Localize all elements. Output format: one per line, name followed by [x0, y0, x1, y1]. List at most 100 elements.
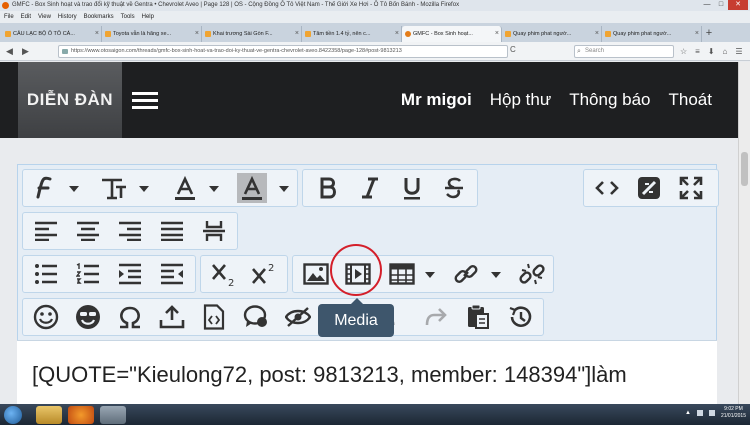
- chevron-down-icon[interactable]: [279, 186, 289, 192]
- quote-icon[interactable]: [239, 302, 273, 332]
- tab-close-icon[interactable]: ×: [195, 26, 199, 42]
- inbox-link[interactable]: Hộp thư: [490, 90, 551, 110]
- page-scrollbar[interactable]: [738, 62, 750, 404]
- horizontal-rule-icon[interactable]: [197, 216, 231, 246]
- menu-edit[interactable]: Edit: [21, 11, 31, 23]
- tray-arrow-icon[interactable]: ▲: [685, 410, 691, 416]
- navigation-bar: ◀ ▶ https://www.otosaigon.com/threads/gm…: [0, 42, 750, 61]
- scrollbar-thumb[interactable]: [741, 152, 748, 186]
- paste-icon[interactable]: [461, 302, 495, 332]
- strikethrough-icon[interactable]: [437, 173, 471, 203]
- browser-tab-active[interactable]: GMFC - Box Sinh hoạt... ×: [402, 26, 502, 42]
- home-icon[interactable]: ⌂: [723, 45, 728, 58]
- toggle-bbcode-icon[interactable]: [632, 173, 666, 203]
- insert-image-icon[interactable]: [299, 259, 333, 289]
- chevron-down-icon[interactable]: [139, 186, 149, 192]
- hamburger-menu-icon[interactable]: [132, 92, 158, 109]
- misc-group: [22, 298, 544, 336]
- logout-link[interactable]: Thoát: [669, 90, 712, 110]
- browser-tab[interactable]: CÂU LẠC BỘ Ô TÔ CÁ... ×: [2, 26, 102, 42]
- maximize-button[interactable]: □: [714, 0, 728, 10]
- indent-icon[interactable]: [113, 259, 147, 289]
- subscript-icon[interactable]: 2: [207, 259, 243, 289]
- start-button[interactable]: [4, 406, 22, 424]
- align-center-icon[interactable]: [71, 216, 105, 246]
- download-icon[interactable]: ⬇: [708, 45, 715, 58]
- superscript-icon[interactable]: 2: [247, 259, 283, 289]
- tab-close-icon[interactable]: ×: [695, 26, 699, 42]
- search-input[interactable]: ⌕ Search: [574, 45, 674, 58]
- spoiler-icon[interactable]: [281, 302, 315, 332]
- highlight-color-icon[interactable]: [237, 173, 267, 203]
- smilie-icon[interactable]: [29, 302, 63, 332]
- tab-close-icon[interactable]: ×: [295, 26, 299, 42]
- chevron-down-icon[interactable]: [491, 272, 501, 278]
- tab-close-icon[interactable]: ×: [595, 26, 599, 42]
- menu-tools[interactable]: Tools: [121, 11, 135, 23]
- new-tab-button[interactable]: +: [702, 26, 716, 42]
- tab-close-icon[interactable]: ×: [395, 26, 399, 42]
- menu-icon[interactable]: ☰: [735, 45, 742, 58]
- browser-tab[interactable]: Quay phim phat ngườ... ×: [502, 26, 602, 42]
- tab-close-icon[interactable]: ×: [495, 26, 499, 42]
- taskbar-clock[interactable]: 9:02 PM 21/01/2015: [721, 406, 746, 420]
- fullscreen-icon[interactable]: [674, 173, 708, 203]
- forward-button[interactable]: ▶: [22, 45, 29, 58]
- align-left-icon[interactable]: [29, 216, 63, 246]
- back-button[interactable]: ◀: [6, 45, 13, 58]
- insert-table-icon[interactable]: [385, 259, 419, 289]
- file-explorer-icon[interactable]: [36, 406, 62, 424]
- code-block-icon[interactable]: [197, 302, 231, 332]
- reload-button[interactable]: C: [510, 45, 516, 54]
- align-justify-icon[interactable]: [155, 216, 189, 246]
- italic-icon[interactable]: [353, 173, 387, 203]
- browser-tab[interactable]: Quay phim phat ngườ... ×: [602, 26, 702, 42]
- unlink-icon[interactable]: [515, 259, 549, 289]
- font-group: [22, 169, 298, 207]
- browser-tab[interactable]: Khai trương Sài Gòn F... ×: [202, 26, 302, 42]
- firefox-taskbar-icon[interactable]: [68, 406, 94, 424]
- volume-icon[interactable]: [708, 410, 715, 416]
- underline-icon[interactable]: [395, 173, 429, 203]
- view-group: [583, 169, 719, 207]
- redo-icon[interactable]: [419, 302, 453, 332]
- menu-view[interactable]: View: [38, 11, 51, 23]
- user-menu-link[interactable]: Mr migoi: [401, 90, 472, 110]
- bookmark-star-icon[interactable]: ☆: [680, 45, 687, 58]
- browser-tab[interactable]: Tâm tiền 1.4 tỷ, nên c... ×: [302, 26, 402, 42]
- chevron-down-icon[interactable]: [69, 186, 79, 192]
- chevron-down-icon[interactable]: [209, 186, 219, 192]
- code-view-icon[interactable]: [590, 173, 624, 203]
- window-titlebar: GMFC - Box Sinh hoạt và trao đổi kỹ thuậ…: [0, 0, 750, 11]
- url-bar[interactable]: https://www.otosaigon.com/threads/gmfc-b…: [58, 45, 508, 58]
- app-taskbar-icon[interactable]: [100, 406, 126, 424]
- alerts-link[interactable]: Thông báo: [569, 90, 650, 110]
- emoji-icon[interactable]: [71, 302, 105, 332]
- menu-help[interactable]: Help: [142, 11, 154, 23]
- align-right-icon[interactable]: [113, 216, 147, 246]
- chevron-down-icon[interactable]: [425, 272, 435, 278]
- forum-logo[interactable]: DIỄN ĐÀN: [18, 62, 122, 138]
- insert-link-icon[interactable]: [449, 259, 483, 289]
- window-title: GMFC - Box Sinh hoạt và trao đổi kỹ thuậ…: [12, 2, 460, 8]
- special-character-icon[interactable]: [113, 302, 147, 332]
- close-window-button[interactable]: ✕: [728, 0, 748, 10]
- font-family-icon[interactable]: [29, 173, 59, 203]
- message-editor[interactable]: [QUOTE="Kieulong72, post: 9813213, membe…: [17, 340, 717, 404]
- drafts-history-icon[interactable]: [503, 302, 537, 332]
- network-icon[interactable]: [696, 410, 703, 416]
- minimize-button[interactable]: —: [700, 0, 714, 10]
- outdent-icon[interactable]: [155, 259, 189, 289]
- font-size-icon[interactable]: [97, 173, 131, 203]
- bookmarks-list-icon[interactable]: ≡: [695, 45, 700, 58]
- tab-close-icon[interactable]: ×: [95, 26, 99, 42]
- menu-history[interactable]: History: [58, 11, 77, 23]
- menu-file[interactable]: File: [4, 11, 14, 23]
- text-color-icon[interactable]: [169, 173, 201, 203]
- browser-tab[interactable]: Toyota vẫn là hãng xe... ×: [102, 26, 202, 42]
- bullet-list-icon[interactable]: [29, 259, 63, 289]
- menu-bookmarks[interactable]: Bookmarks: [84, 11, 114, 23]
- bold-icon[interactable]: [311, 173, 345, 203]
- upload-icon[interactable]: [155, 302, 189, 332]
- numbered-list-icon[interactable]: [71, 259, 105, 289]
